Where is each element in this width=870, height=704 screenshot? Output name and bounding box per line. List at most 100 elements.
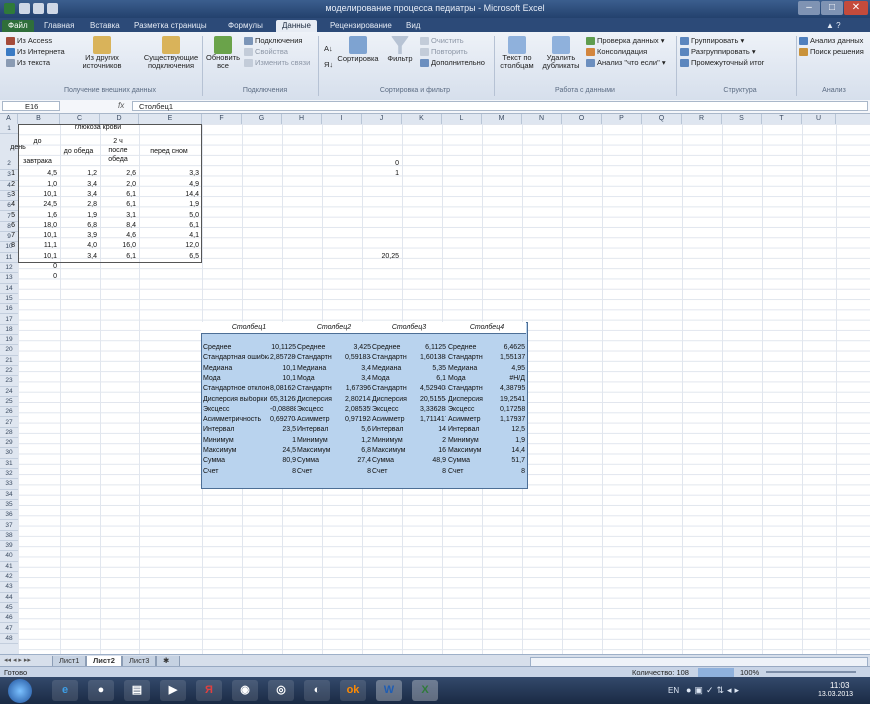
- connections-button[interactable]: Подключения: [244, 36, 302, 46]
- column-header-j[interactable]: J: [362, 114, 402, 124]
- tab-file[interactable]: Файл: [2, 20, 34, 32]
- row-header-40[interactable]: 40: [0, 551, 18, 562]
- tray-icons[interactable]: ●▣✓⇅◂▸: [686, 685, 742, 696]
- advanced-filter-button[interactable]: Дополнительно: [420, 58, 485, 68]
- row-header-43[interactable]: 43: [0, 582, 18, 593]
- data-validation-button[interactable]: Проверка данных ▾: [586, 36, 665, 46]
- formula-input[interactable]: Столбец1: [132, 101, 868, 111]
- sort-button[interactable]: Сортировка: [336, 36, 380, 63]
- row-header-19[interactable]: 19: [0, 335, 18, 346]
- clear-button[interactable]: Очистить: [420, 36, 464, 46]
- row-header-47[interactable]: 47: [0, 624, 18, 634]
- name-box[interactable]: E16: [2, 101, 60, 111]
- close-icon[interactable]: ✕: [844, 1, 868, 15]
- row-header-18[interactable]: 18: [0, 325, 18, 336]
- row-header-12[interactable]: 12: [0, 263, 18, 274]
- tab-page-layout[interactable]: Разметка страницы: [128, 20, 213, 32]
- row-header-11[interactable]: 11: [0, 253, 18, 263]
- row-header-37[interactable]: 37: [0, 521, 18, 531]
- column-header-o[interactable]: O: [562, 114, 602, 124]
- column-header-s[interactable]: S: [722, 114, 762, 124]
- odnoklassniki-icon[interactable]: ok: [340, 680, 366, 701]
- row-header-34[interactable]: 34: [0, 490, 18, 500]
- help-icon[interactable]: ▲ ?: [826, 21, 841, 30]
- what-if-button[interactable]: Анализ "что если" ▾: [586, 58, 666, 68]
- from-text-button[interactable]: Из текста: [6, 58, 50, 68]
- column-header-g[interactable]: G: [242, 114, 282, 124]
- row-header-20[interactable]: 20: [0, 345, 18, 356]
- view-buttons[interactable]: [698, 668, 734, 677]
- ie-icon[interactable]: e: [52, 680, 78, 701]
- row-header-39[interactable]: 39: [0, 541, 18, 552]
- row-header-31[interactable]: 31: [0, 459, 18, 469]
- row-header-33[interactable]: 33: [0, 479, 18, 490]
- undo-icon[interactable]: [33, 3, 44, 14]
- tab-view[interactable]: Вид: [400, 20, 426, 32]
- row-header-17[interactable]: 17: [0, 315, 18, 325]
- row-header-1[interactable]: 1: [0, 124, 18, 135]
- ungroup-button[interactable]: Разгруппировать ▾: [680, 47, 756, 57]
- row-header-24[interactable]: 24: [0, 387, 18, 397]
- column-header-q[interactable]: Q: [642, 114, 682, 124]
- tab-data[interactable]: Данные: [276, 20, 317, 32]
- existing-connections-button[interactable]: Существующие подключения: [136, 36, 206, 70]
- column-header-h[interactable]: H: [282, 114, 322, 124]
- sheet-nav-icon[interactable]: ◂◂ ◂ ▸ ▸▸: [4, 656, 31, 664]
- row-header-30[interactable]: 30: [0, 448, 18, 459]
- row-header-27[interactable]: 27: [0, 418, 18, 428]
- explorer-icon[interactable]: ▤: [124, 680, 150, 701]
- tab-review[interactable]: Рецензирование: [324, 20, 398, 32]
- sort-desc-icon[interactable]: Я↓: [324, 60, 333, 69]
- minimize-icon[interactable]: –: [798, 1, 820, 15]
- row-header-16[interactable]: 16: [0, 304, 18, 315]
- column-header-i[interactable]: I: [322, 114, 362, 124]
- zoom-level[interactable]: 100%: [740, 668, 759, 677]
- row-header-35[interactable]: 35: [0, 500, 18, 511]
- column-header-c[interactable]: C: [60, 114, 100, 124]
- other-sources-button[interactable]: Из других источников: [70, 36, 134, 70]
- subtotal-button[interactable]: Промежуточный итог: [680, 58, 764, 68]
- from-access-button[interactable]: Из Access: [6, 36, 52, 46]
- chrome-icon[interactable]: ◉: [232, 680, 258, 701]
- row-header-45[interactable]: 45: [0, 603, 18, 614]
- column-header-p[interactable]: P: [602, 114, 642, 124]
- tab-insert[interactable]: Вставка: [84, 20, 126, 32]
- row-header-42[interactable]: 42: [0, 572, 18, 583]
- column-header-f[interactable]: F: [202, 114, 242, 124]
- row-header-23[interactable]: 23: [0, 376, 18, 387]
- row-header-22[interactable]: 22: [0, 366, 18, 377]
- column-header-r[interactable]: R: [682, 114, 722, 124]
- row-header-25[interactable]: 25: [0, 397, 18, 408]
- consolidate-button[interactable]: Консолидация: [586, 47, 647, 57]
- app-icon[interactable]: ◎: [268, 680, 294, 701]
- text-to-columns-button[interactable]: Текст по столбцам: [497, 36, 537, 70]
- properties-button[interactable]: Свойства: [244, 47, 288, 57]
- save-icon[interactable]: [19, 3, 30, 14]
- zoom-slider[interactable]: [766, 671, 856, 673]
- solver-button[interactable]: Поиск решения: [799, 47, 864, 57]
- row-header-28[interactable]: 28: [0, 428, 18, 439]
- reapply-button[interactable]: Повторить: [420, 47, 468, 57]
- row-header-2[interactable]: 2: [0, 134, 18, 171]
- row-header-29[interactable]: 29: [0, 438, 18, 449]
- column-header-b[interactable]: B: [18, 114, 60, 124]
- data-analysis-button[interactable]: Анализ данных: [799, 36, 863, 46]
- sort-asc-icon[interactable]: A↓: [324, 44, 333, 53]
- excel-icon[interactable]: X: [412, 680, 438, 701]
- column-header-n[interactable]: N: [522, 114, 562, 124]
- tab-formulas[interactable]: Формулы: [222, 20, 269, 32]
- row-header-36[interactable]: 36: [0, 510, 18, 521]
- row-header-48[interactable]: 48: [0, 634, 18, 645]
- excel-logo-icon[interactable]: [4, 3, 15, 14]
- row-header-26[interactable]: 26: [0, 407, 18, 418]
- refresh-all-button[interactable]: Обновить все: [205, 36, 241, 70]
- fx-icon[interactable]: fx: [118, 101, 124, 110]
- edit-links-button[interactable]: Изменить связи: [244, 58, 310, 68]
- row-header-46[interactable]: 46: [0, 613, 18, 624]
- firefox-icon[interactable]: ●: [88, 680, 114, 701]
- filter-button[interactable]: Фильтр: [382, 36, 418, 63]
- column-header-l[interactable]: L: [442, 114, 482, 124]
- remove-duplicates-button[interactable]: Удалить дубликаты: [540, 36, 582, 70]
- row-header-44[interactable]: 44: [0, 593, 18, 603]
- from-web-button[interactable]: Из Интернета: [6, 47, 65, 57]
